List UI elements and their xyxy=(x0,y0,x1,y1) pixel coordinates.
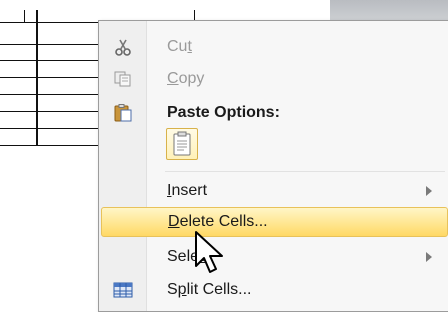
table-row-line xyxy=(0,145,100,146)
menu-item-insert[interactable]: Insert xyxy=(101,177,446,205)
table-row-line xyxy=(0,60,100,61)
keep-source-formatting-icon xyxy=(173,131,191,156)
menu-item-copy[interactable]: Copy xyxy=(101,65,446,93)
submenu-arrow-icon xyxy=(426,252,432,262)
table-col-line xyxy=(36,10,38,145)
table-row-line xyxy=(0,128,100,129)
scissors-icon xyxy=(115,39,131,56)
paste-options-header: Paste Options: xyxy=(101,99,446,127)
menu-item-select[interactable]: Select xyxy=(101,243,446,271)
table-row-line xyxy=(0,94,100,95)
menu-item-delete-cells[interactable]: Delete Cells... xyxy=(101,207,448,237)
menu-item-label: Delete Cells... xyxy=(168,213,268,230)
copy-icon xyxy=(114,71,131,87)
menu-item-label: Insert xyxy=(167,182,208,199)
paste-keep-source-button[interactable] xyxy=(166,128,198,160)
menu-item-cut[interactable]: Cut xyxy=(101,33,446,61)
clipboard-icon xyxy=(114,104,132,122)
table-col-line xyxy=(24,10,25,23)
mouse-cursor-icon xyxy=(195,231,223,273)
menu-separator xyxy=(165,171,445,172)
menu-item-label: Copy xyxy=(167,70,205,87)
menu-item-split-cells[interactable]: Split Cells... xyxy=(101,276,446,304)
table-row-line xyxy=(0,44,100,45)
table-grid-icon xyxy=(113,282,133,298)
submenu-arrow-icon xyxy=(426,186,432,196)
menu-item-label: Split Cells... xyxy=(167,281,252,298)
menu-item-label: Cut xyxy=(167,38,192,55)
table-row-line xyxy=(0,77,100,78)
context-menu: Cut Copy Paste Options: Insert Delete Ce… xyxy=(98,20,448,312)
table-row-line xyxy=(0,111,100,112)
paste-options-label: Paste Options: xyxy=(167,104,280,121)
